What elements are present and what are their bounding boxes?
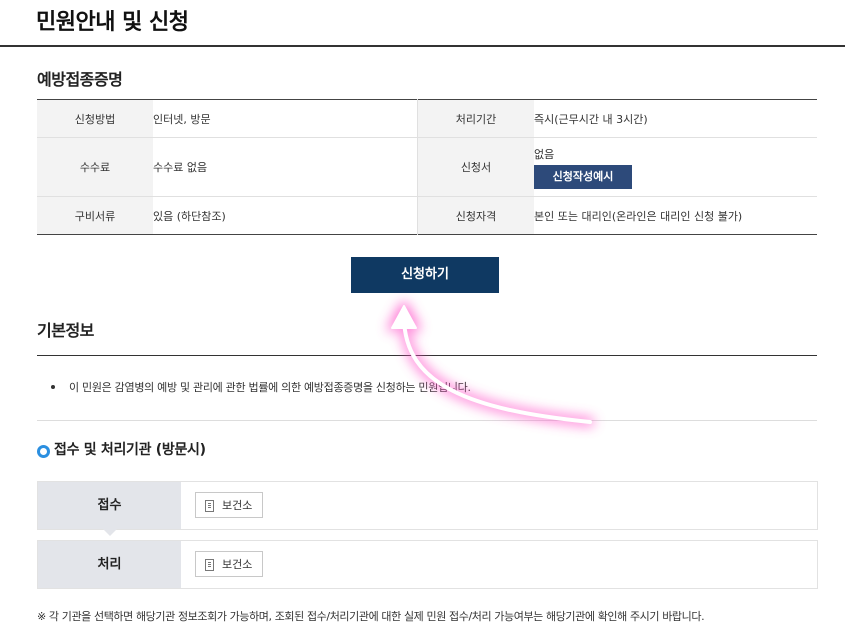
- table-row: 구비서류 있음 (하단참조) 신청자격 본인 또는 대리인(온라인은 대리인 신…: [37, 196, 817, 235]
- row-connector: [103, 529, 117, 536]
- row-value: 있음 (하단참조): [153, 209, 226, 223]
- row-value: 수수료 없음: [153, 137, 418, 197]
- row-label: 처리기간: [417, 99, 534, 138]
- agency-button-label: 보건소: [222, 558, 253, 571]
- basic-info-title: 기본정보: [37, 321, 94, 340]
- notice-text: ※ 각 기관을 선택하면 해당기관 정보조회가 가능하며, 조회된 접수/처리기…: [37, 610, 705, 623]
- agency-section-title: 접수 및 처리기관 (방문시): [54, 442, 206, 458]
- circle-bullet-icon: [37, 445, 50, 458]
- building-icon: [205, 500, 214, 512]
- bullet-icon: [51, 385, 55, 389]
- row-value: 인터넷, 방문: [153, 99, 418, 138]
- basic-info-text: 이 민원은 감염병의 예방 및 관리에 관한 법률에 의한 예방접종증명을 신청…: [69, 381, 471, 394]
- row-value: 없음: [534, 147, 555, 161]
- row-label: 수수료: [37, 137, 153, 197]
- pointer-arrow-annotation: [387, 301, 595, 427]
- health-center-button[interactable]: 보건소: [195, 492, 263, 518]
- application-form-cell: 없음 신청작성예시: [534, 137, 817, 197]
- row-label: 구비서류: [37, 196, 153, 235]
- row-value: 즉시(근무시간 내 3시간): [534, 99, 817, 138]
- table-row: 수수료 수수료 없음 신청서 없음 신청작성예시: [37, 137, 817, 197]
- row-label: 신청서: [417, 137, 534, 197]
- health-center-button[interactable]: 보건소: [195, 551, 263, 577]
- service-name: 예방접종증명: [37, 70, 123, 89]
- divider: [37, 420, 817, 421]
- table-row: 신청방법 인터넷, 방문 처리기간 즉시(근무시간 내 3시간): [37, 99, 817, 138]
- apply-button[interactable]: 신청하기: [351, 257, 499, 293]
- row-value: 본인 또는 대리인(온라인은 대리인 신청 불가): [534, 209, 743, 223]
- building-icon: [205, 559, 214, 571]
- page-title: 민원안내 및 신청: [36, 10, 189, 35]
- agency-label: 처리: [38, 541, 181, 588]
- section-divider: [37, 355, 817, 356]
- row-label: 신청자격: [417, 196, 534, 235]
- agency-label: 접수: [38, 482, 181, 529]
- service-info-table: 신청방법 인터넷, 방문 처리기간 즉시(근무시간 내 3시간) 수수료 수수료…: [37, 99, 817, 235]
- agency-button-label: 보건소: [222, 499, 253, 512]
- agency-row-processing: 처리 보건소: [37, 540, 818, 589]
- row-label: 신청방법: [37, 99, 153, 138]
- agency-row-receipt: 접수 보건소: [37, 481, 818, 530]
- form-example-button[interactable]: 신청작성예시: [534, 164, 632, 189]
- title-divider: [0, 45, 845, 47]
